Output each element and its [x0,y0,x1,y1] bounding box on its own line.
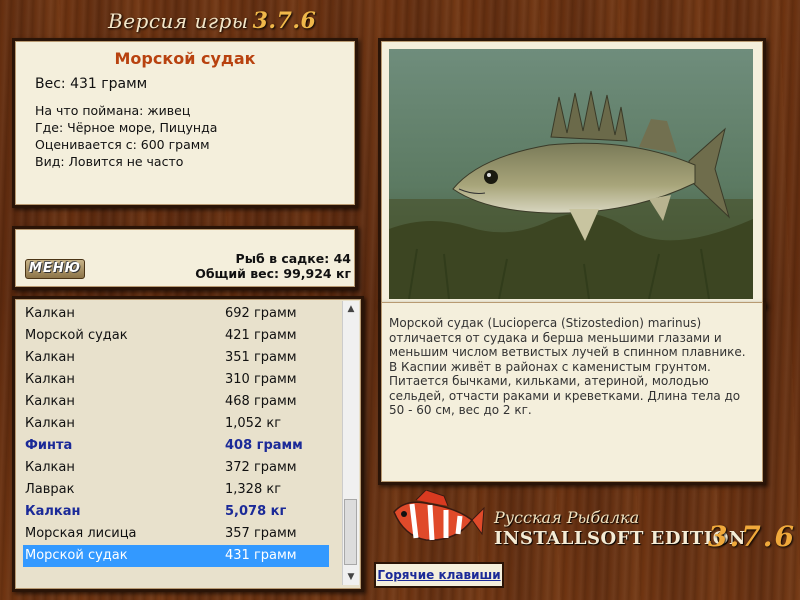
list-item[interactable]: Лаврак 1,328 кг [23,479,329,501]
list-item-name: Калкан [25,416,75,431]
list-item-weight: 1,328 кг [225,482,282,497]
list-item[interactable]: Морская лисица 357 грамм [23,523,329,545]
list-item[interactable]: Калкан 468 грамм [23,391,329,413]
list-item-name: Лаврак [25,482,75,497]
list-item-weight: 692 грамм [225,306,297,321]
version-number: 3.7.6 [252,8,317,34]
list-item[interactable]: Калкан 351 грамм [23,347,329,369]
list-item-name: Калкан [25,460,75,475]
scrollbar[interactable]: ▲ ▼ [342,301,359,585]
list-item-name: Калкан [25,306,75,321]
list-item-weight: 431 грамм [225,548,297,563]
list-item[interactable]: Калкан 692 грамм [23,303,329,325]
list-item-weight: 351 грамм [225,350,297,365]
menu-button[interactable]: МЕНЮ [25,259,85,279]
list-item[interactable]: Морской судак 431 грамм [23,545,329,567]
description-panel: Морской судак (Lucioperca (Stizostedion)… [378,302,766,485]
list-item-weight: 372 грамм [225,460,297,475]
scroll-thumb[interactable] [344,499,357,565]
list-item[interactable]: Калкан 5,078 кг [23,501,329,523]
scroll-up-icon[interactable]: ▲ [343,301,359,317]
fish-description: Морской судак (Lucioperca (Stizostedion)… [389,316,746,417]
list-item-name: Калкан [25,504,81,519]
version-label: Версия игры [108,9,249,33]
total-weight: Общий вес: 99,924 кг [195,266,351,281]
list-item-name: Калкан [25,372,75,387]
list-item[interactable]: Морской судак 421 грамм [23,325,329,347]
hotkeys-button[interactable]: Горячие клавиши [374,562,504,588]
list-item-weight: 1,052 кг [225,416,282,431]
scroll-down-icon[interactable]: ▼ [343,569,359,585]
keepnet-summary-panel: МЕНЮ Рыб в садке: 44 Общий вес: 99,924 к… [12,226,358,290]
list-item-name: Морской судак [25,328,128,343]
fish-title: Морской судак [114,49,256,68]
list-item[interactable]: Калкан 1,052 кг [23,413,329,435]
list-item[interactable]: Финта 408 грамм [23,435,329,457]
fish-count: Рыб в садке: 44 [235,251,351,266]
list-item-weight: 408 грамм [225,438,303,453]
catch-list-panel: Калкан 692 грамм Морской судак 421 грамм Кал… [12,296,364,592]
list-item-weight: 357 грамм [225,526,297,541]
fish-location: Где: Чёрное море, Пицунда [35,120,218,135]
catch-list[interactable]: Калкан 692 грамм Морской судак 421 грамм Кал… [23,303,329,567]
list-item[interactable]: Калкан 372 грамм [23,457,329,479]
list-item-name: Калкан [25,394,75,409]
list-item[interactable]: Калкан 310 грамм [23,369,329,391]
fish-info-panel: Морской судак Вес: 431 грамм На что пойм… [12,38,358,208]
fish-photo [389,49,753,299]
list-item-weight: 5,078 кг [225,504,287,519]
list-item-name: Морской судак [25,548,128,563]
fish-weight: Вес: 431 грамм [35,76,148,92]
list-item-name: Калкан [25,350,75,365]
fish-value: Оценивается с: 600 грамм [35,137,210,152]
list-item-weight: 468 грамм [225,394,297,409]
list-item-weight: 310 грамм [225,372,297,387]
logo-title: Русская Рыбалка [494,508,640,527]
logo-version: 3.7.6 [708,520,796,553]
fish-rarity: Вид: Ловится не часто [35,154,184,169]
logo-fish-icon [393,490,485,541]
game-version: Версия игры 3.7.6 [108,8,316,34]
fish-bait: На что поймана: живец [35,103,191,118]
fish-image-panel [378,38,766,308]
list-item-weight: 421 грамм [225,328,297,343]
list-item-name: Финта [25,438,73,453]
list-item-name: Морская лисица [25,526,137,541]
